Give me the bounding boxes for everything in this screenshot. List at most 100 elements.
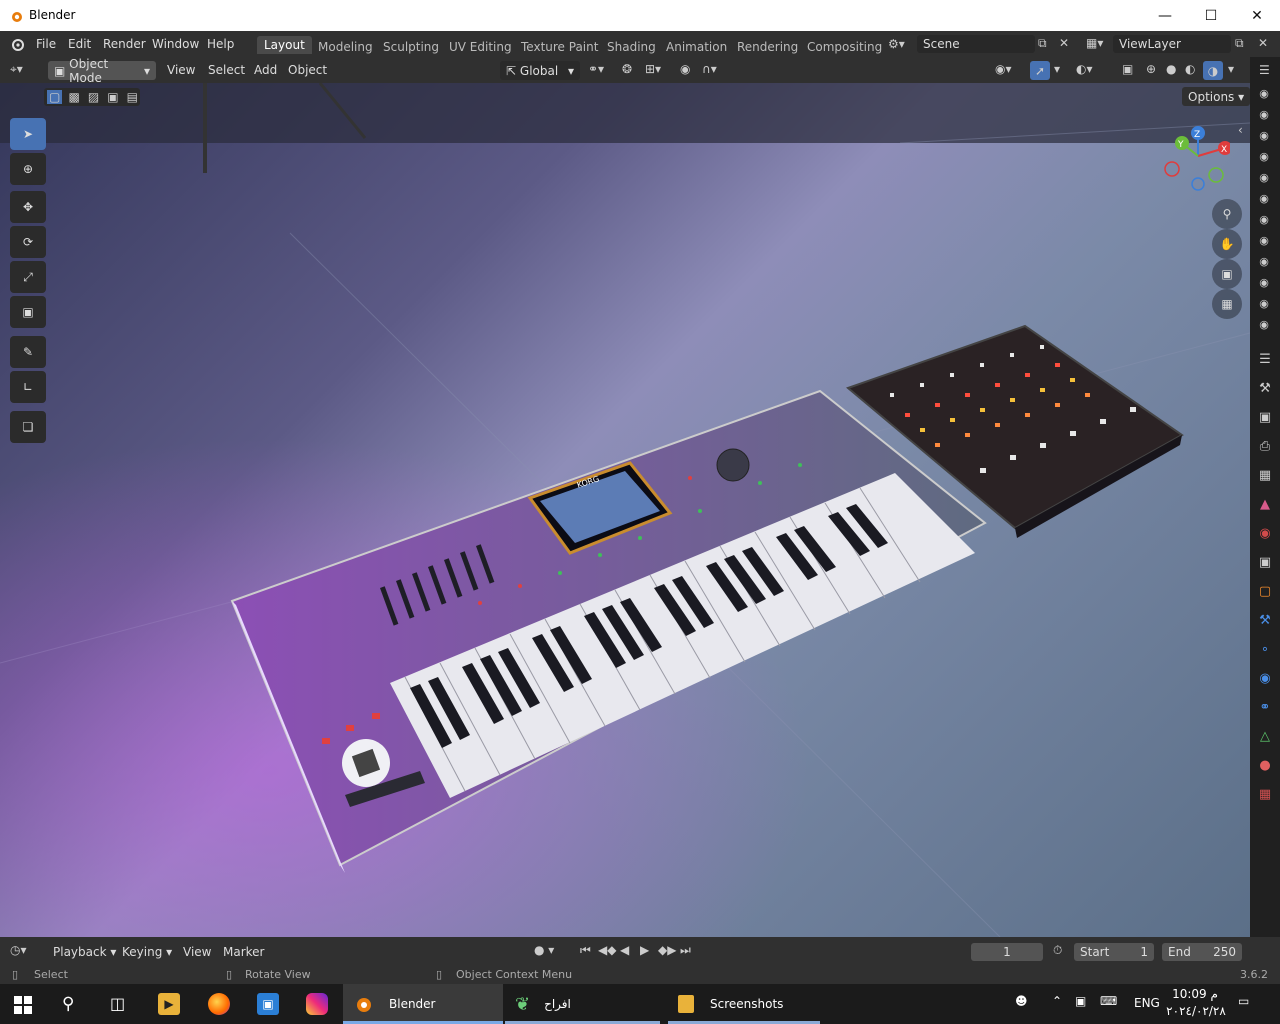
select-intersect-icon[interactable]: ▤ [125,90,140,104]
tray-chevron-icon[interactable]: ⌃ [1052,994,1062,1008]
solid-shading-icon[interactable]: ● [1166,62,1176,76]
viewlayer-icon[interactable]: ▦▾ [1086,36,1103,50]
scene-props-icon[interactable]: ▲ [1260,497,1270,512]
network-icon[interactable]: ▣ [1075,994,1086,1008]
taskbar-app-screenshots[interactable]: Screenshots [668,984,820,1024]
menu-keying[interactable]: Keying ▾ [122,945,172,959]
physics-icon[interactable]: ◉ [1259,671,1270,686]
notification-icon[interactable]: ▭ [1238,994,1249,1008]
jump-end-icon[interactable]: ⏭ [680,943,691,958]
gizmo-toggle-icon[interactable]: ➚ [1030,61,1050,80]
camera-icon[interactable]: ◉ [1259,318,1269,331]
data-icon[interactable]: △ [1260,729,1270,744]
menu-render[interactable]: Render [103,37,146,51]
start-frame-field[interactable]: Start 1 [1074,943,1154,961]
current-frame-field[interactable]: 1 [971,943,1043,961]
new-viewlayer-icon[interactable]: ⧉ [1235,36,1244,51]
record-icon[interactable]: ● ▾ [534,943,554,957]
3d-viewport[interactable]: KORG ▢ ▩ ▨ ▣ ▤ ➤ ⊕ ✥ ⟳ ⤢ ▣ ✎ ∟ ❏ Options… [0,83,1250,937]
tab-modeling[interactable]: Modeling [318,40,373,54]
media-player-icon[interactable]: ▶ [158,993,180,1015]
falloff-icon[interactable]: ∩▾ [702,62,717,76]
viewlayer-name-field[interactable]: ViewLayer [1113,35,1231,53]
play-reverse-icon[interactable]: ◀ [620,943,629,957]
windows-start-icon[interactable] [14,996,32,1014]
add-cube-icon[interactable]: ❏ [10,411,46,443]
next-keyframe-icon[interactable]: ◆▶ [658,943,676,957]
menu-view[interactable]: View [167,63,195,77]
shading-dropdown-icon[interactable]: ▾ [1228,62,1234,76]
menu-object[interactable]: Object [288,63,327,77]
end-frame-field[interactable]: End 250 [1162,943,1242,961]
camera-icon[interactable]: ◉ [1259,129,1269,142]
outliner-icon[interactable]: ☰ [1259,63,1270,77]
select-new-icon[interactable]: ▢ [47,90,63,104]
camera-icon[interactable]: ◉ [1259,108,1269,121]
zoom-icon[interactable]: ⚲ [1212,199,1242,229]
orientation-dropdown[interactable]: ⇱ Global ▾ [500,61,580,80]
timeline-editor-icon[interactable]: ◷▾ [10,943,27,957]
scene-name-field[interactable]: Scene [917,35,1035,53]
view-layer-icon[interactable]: ▦ [1259,468,1271,483]
annotate-icon[interactable]: ✎ [10,336,46,368]
cursor-icon[interactable]: ⊕ [10,153,46,185]
transform-icon[interactable]: ▣ [10,296,46,328]
delete-scene-icon[interactable]: ✕ [1059,36,1069,50]
tab-texture-paint[interactable]: Texture Paint [521,40,598,54]
sidebar-toggle-icon[interactable]: ‹ [1238,123,1243,137]
material-shading-icon[interactable]: ◐ [1185,62,1195,76]
wireframe-shading-icon[interactable]: ⊕ [1146,62,1156,76]
render-icon[interactable]: ▣ [1259,410,1271,425]
close-button[interactable]: ✕ [1234,0,1280,31]
camera-icon[interactable]: ◉ [1259,150,1269,163]
menu-window[interactable]: Window [152,37,199,51]
tab-compositing[interactable]: Compositing [807,40,882,54]
pan-hand-icon[interactable]: ✋ [1212,229,1242,259]
gizmo-dropdown-icon[interactable]: ▾ [1054,62,1060,76]
tab-rendering[interactable]: Rendering [737,40,798,54]
jump-start-icon[interactable]: ⏮ [580,943,591,958]
people-icon[interactable]: ☻ [1015,994,1028,1008]
search-icon[interactable]: ⚲ [62,994,74,1014]
play-icon[interactable]: ▶ [640,943,649,957]
minimize-button[interactable]: — [1142,0,1188,31]
visibility-icon[interactable]: ◉▾ [995,62,1012,76]
axis-gizmo[interactable]: Z X Y [1160,121,1230,191]
clock-time[interactable]: 10:09 م [1168,987,1222,1001]
select-extend-icon[interactable]: ▩ [66,90,81,104]
menu-add[interactable]: Add [254,63,277,77]
delete-viewlayer-icon[interactable]: ✕ [1258,36,1268,50]
tab-shading[interactable]: Shading [607,40,656,54]
snap-icon[interactable]: ❂ [622,62,632,76]
select-box-icon[interactable]: ➤ [10,118,46,150]
texture-icon[interactable]: ▦ [1259,787,1271,802]
tab-layout[interactable]: Layout [257,36,312,54]
scene-icon[interactable]: ⚙▾ [888,37,905,51]
task-view-icon[interactable]: ◫ [110,994,125,1013]
particles-icon[interactable]: ∘ [1261,642,1269,657]
measure-icon[interactable]: ∟ [10,371,46,403]
scale-icon[interactable]: ⤢ [10,261,46,293]
camera-icon[interactable]: ◉ [1259,276,1269,289]
object-icon[interactable]: ▢ [1259,584,1271,599]
modifier-wrench-icon[interactable]: ⚒ [1259,613,1271,628]
overlay-icon[interactable]: ◐▾ [1076,62,1093,76]
menu-marker[interactable]: Marker [223,945,264,959]
camera-icon[interactable]: ◉ [1259,234,1269,247]
menu-select[interactable]: Select [208,63,245,77]
clock-date[interactable]: ٢٠٢٤/٠٢/٢٨ [1166,1004,1226,1018]
menu-help[interactable]: Help [207,37,234,51]
keyboard-icon[interactable]: ⌨ [1100,994,1117,1008]
clock-icon[interactable]: ⏱ [1053,943,1062,958]
language-indicator[interactable]: ENG [1134,996,1160,1010]
rotate-icon[interactable]: ⟳ [10,226,46,258]
menu-playback[interactable]: Playback ▾ [53,945,116,959]
perspective-toggle-icon[interactable]: ▦ [1212,289,1242,319]
select-subtract-icon[interactable]: ▨ [86,90,101,104]
tab-sculpting[interactable]: Sculpting [383,40,439,54]
blender-menu-icon[interactable] [9,37,25,51]
taskbar-app-blender[interactable]: Blender [343,984,503,1024]
camera-icon[interactable]: ◉ [1259,87,1269,100]
mode-dropdown[interactable]: ▣ Object Mode ▾ [48,57,156,85]
properties-editor-icon[interactable]: ☰ [1259,352,1271,367]
